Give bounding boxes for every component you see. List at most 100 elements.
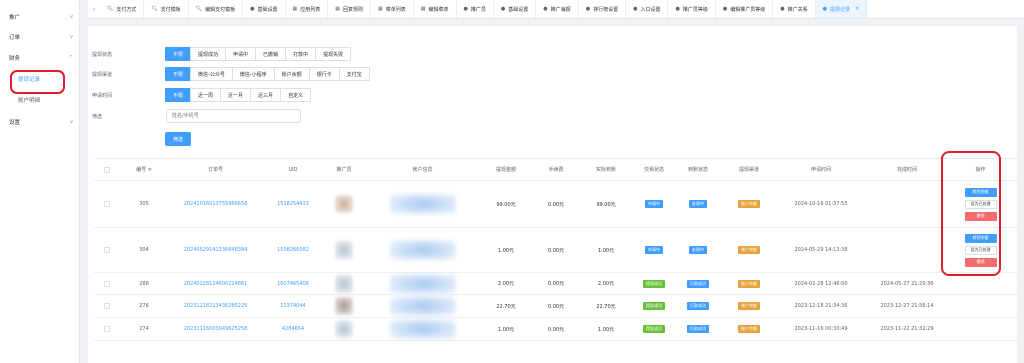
- col-apply-time: 2024-05-29 14:13:38: [794, 247, 848, 253]
- col-id: 304: [139, 247, 149, 253]
- col-order-no[interactable]: 20231116003049625258: [168, 318, 263, 340]
- filter-option[interactable]: 近三月: [250, 88, 282, 102]
- col-uid[interactable]: 1508266082: [263, 228, 323, 272]
- close-icon[interactable]: ×: [855, 6, 859, 12]
- tab-label: 编辑菜单: [428, 6, 449, 13]
- tab-label: 排行榜设置: [593, 6, 619, 13]
- tab-edit-promoter-level[interactable]: ● 编辑推广员等级: [716, 0, 774, 18]
- col-amount: 2.00元: [497, 281, 515, 287]
- status-badge: 账户余额: [738, 246, 760, 254]
- col-promoter: [323, 273, 365, 294]
- col-order-no[interactable]: 20240529141336848384: [168, 228, 263, 272]
- col-order-no-header: 订单号: [207, 167, 223, 173]
- row-checkbox[interactable]: [104, 247, 110, 253]
- filter-row-status: 提现状态 不限 提现成功 申请中 已撤销 打款中 提现失败: [88, 47, 352, 61]
- col-channel: 账户余额: [720, 228, 778, 272]
- tab-leaderboard-settings[interactable]: ● 排行榜设置: [579, 0, 627, 18]
- tab-reply-rules[interactable]: ▦ 回复规则: [328, 0, 372, 18]
- search-input[interactable]: [166, 109, 301, 123]
- col-uid[interactable]: 13374044: [263, 295, 323, 317]
- filter-option[interactable]: 账户余额: [273, 67, 310, 81]
- filter-submit-button[interactable]: 筛选: [165, 132, 192, 146]
- col-uid[interactable]: 1518254433: [263, 181, 323, 227]
- tab-label: 编辑支付模板: [205, 6, 236, 13]
- col-uid[interactable]: 1607465406: [263, 273, 323, 294]
- col-done-time: 2023-11-22 21:32:29: [880, 326, 934, 332]
- main-content: 提现状态 不限 提现成功 申请中 已撤销 打款中 提现失败 提现渠道 不限 微信…: [88, 26, 1017, 363]
- tab-menu-list[interactable]: ▦ 菜单列表: [371, 0, 414, 18]
- app-root: 推广 v 订单 v 财务 ^ 提现记录 账户明细 设置 v ‹ 🔍︎ 支付方式 🔍…: [0, 0, 1024, 363]
- col-id: 274: [139, 326, 149, 332]
- tab-edit-payment-template[interactable]: 🔍︎ 编辑支付模板: [189, 0, 244, 18]
- tab-label: 回复规则: [343, 6, 364, 13]
- row-checkbox[interactable]: [104, 201, 110, 207]
- tab-label: 推广员: [470, 6, 486, 13]
- sidebar-item-finance[interactable]: 财务 ^: [9, 52, 73, 64]
- filter-option[interactable]: 不限: [165, 88, 192, 102]
- row-checkbox[interactable]: [104, 303, 110, 309]
- filter-option[interactable]: 提现失败: [315, 47, 352, 61]
- col-amount-header: 提现金额: [495, 167, 516, 173]
- tab-promoter-levels[interactable]: ● 推广员等级: [668, 0, 716, 18]
- col-trade-status: 申请中: [632, 228, 676, 272]
- col-account: [365, 295, 480, 317]
- col-order-no[interactable]: 20240228124600224861: [168, 273, 263, 294]
- highlight-circle: [941, 151, 1001, 276]
- select-all-checkbox[interactable]: [104, 166, 110, 173]
- filter-option[interactable]: 自定义: [280, 88, 312, 102]
- table-row: 305 20241016013755966658 1518254433 99.00元 0…: [94, 181, 1017, 228]
- sidebar-subitem-account-details[interactable]: 账户明细: [18, 94, 40, 106]
- row-checkbox[interactable]: [104, 280, 110, 287]
- tab-promoters[interactable]: ● 推广员: [457, 0, 494, 18]
- filter-option[interactable]: 微信-公众号: [190, 67, 233, 81]
- sidebar-item-orders[interactable]: 订单 v: [9, 31, 73, 43]
- row-checkbox[interactable]: [104, 326, 110, 332]
- dot-icon: ●: [675, 6, 680, 12]
- table-row: 288 20240228124600224861 1607465406 2.00元 0.…: [94, 273, 1017, 295]
- col-done-time-header: 完成时间: [896, 167, 917, 173]
- tab-payment-templates[interactable]: 🔍︎ 支付模板: [144, 0, 189, 18]
- col-order-no[interactable]: 20231218213436285225: [168, 295, 263, 317]
- tab-entry-settings[interactable]: ● 入口设置: [626, 0, 669, 18]
- col-arrive-status-header: 到账状态: [687, 167, 708, 173]
- filter-option[interactable]: 提现成功: [190, 47, 227, 61]
- filter-option[interactable]: 不限: [165, 67, 192, 81]
- tab-promo-relations[interactable]: ● 推广关系: [773, 0, 816, 18]
- filter-option[interactable]: 近一周: [190, 88, 222, 102]
- tab-withdraw-records[interactable]: ● 提现记录 ×: [815, 0, 868, 18]
- tab-edit-menu[interactable]: ▦ 编辑菜单: [414, 0, 457, 18]
- tab-payment-methods[interactable]: 🔍︎ 支付方式: [100, 0, 145, 18]
- col-select: [94, 181, 120, 227]
- col-order-no[interactable]: 20241016013755966658: [168, 181, 263, 227]
- tab-basic-settings-2[interactable]: ● 基础设置: [494, 0, 537, 18]
- tab-app-list[interactable]: ▦ 应用列表: [286, 0, 329, 18]
- filter-option[interactable]: 已撤销: [255, 47, 287, 61]
- col-promoter-header: 推广员: [336, 167, 352, 173]
- sidebar-item-promotion[interactable]: 推广 v: [9, 11, 73, 23]
- col-amount: 99.00元: [496, 201, 516, 208]
- filter-option[interactable]: 银行卡: [308, 67, 340, 81]
- table-row: 278 20231218213436285225 13374044 22.70元 0.0…: [94, 295, 1017, 318]
- col-promoter: [323, 228, 365, 272]
- table-row: 274 20231116003049625258 4284654 1.00元 0.00元…: [94, 318, 1017, 341]
- filter-option[interactable]: 微信-小程序: [231, 67, 275, 81]
- tab-scroll-left-icon[interactable]: ‹: [88, 6, 100, 13]
- filter-option[interactable]: 不限: [165, 47, 192, 61]
- filter-option[interactable]: 近一月: [220, 88, 252, 102]
- col-fee: 0.00元: [547, 326, 565, 333]
- tab-basic-settings[interactable]: ● 基础设置: [243, 0, 286, 18]
- sidebar-item-settings[interactable]: 设置 v: [9, 116, 73, 128]
- avatar: [335, 274, 353, 293]
- tab-promo-poster[interactable]: ● 推广海报: [536, 0, 579, 18]
- filter-option[interactable]: 打款中: [285, 47, 317, 61]
- col-trade-status-header: 交易状态: [643, 167, 664, 173]
- filter-option[interactable]: 申请中: [225, 47, 257, 61]
- status-badge: 打款成功: [687, 279, 709, 288]
- col-amount: 1.00元: [497, 326, 515, 333]
- status-badge: 账户余额: [738, 302, 760, 310]
- status-badge: 账户余额: [738, 325, 760, 333]
- filter-option[interactable]: 支付宝: [338, 67, 370, 81]
- col-trade-status: 提现成功: [632, 318, 676, 340]
- col-uid[interactable]: 4284654: [263, 318, 323, 340]
- col-id-header[interactable]: 编号 ≑: [120, 159, 168, 180]
